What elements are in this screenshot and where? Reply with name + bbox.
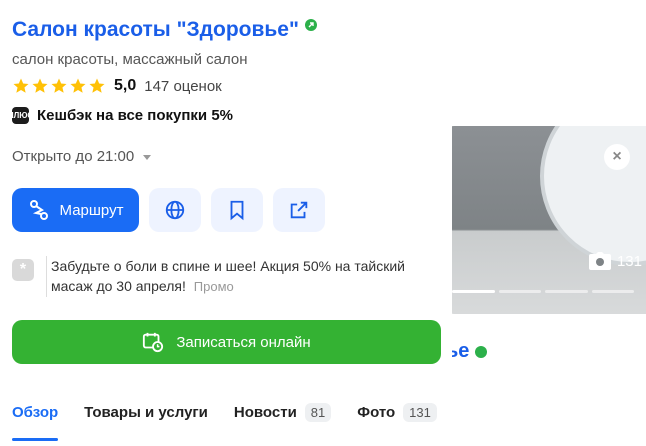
close-button[interactable]: × (604, 144, 630, 170)
star-icon (89, 78, 105, 93)
tab-label: Новости (233, 403, 297, 421)
chevron-down-icon (143, 154, 152, 160)
globe-icon (165, 200, 185, 220)
place-title[interactable]: Салон красоты "Здоровье" (12, 18, 299, 42)
tab-label: Товары и услуги (84, 403, 208, 421)
star-icon (70, 78, 86, 93)
verified-icon (475, 345, 488, 358)
hours-text: Открыто до 21:00 (12, 148, 135, 165)
bookmark-icon (230, 200, 244, 221)
close-icon: × (612, 148, 622, 165)
website-button[interactable] (149, 188, 201, 232)
cashback-row[interactable]: ПЛЮС Кешбэк на все покупки 5% (8, 107, 234, 124)
rating-value: 5,0 (114, 77, 137, 94)
route-label: Маршрут (59, 201, 124, 219)
promo-block[interactable]: * Забудьте о боли в спине и шее! Акция 5… (12, 256, 406, 297)
title-row: Салон красоты "Здоровье" (12, 18, 317, 42)
camera-icon (588, 252, 611, 270)
promo-icon: * (12, 259, 34, 281)
photo-pager (452, 290, 634, 293)
tab-bar: Обзор Товары и услуги Новости 81 Фото 13… (12, 398, 437, 441)
cashback-text: Кешбэк на все покупки 5% (37, 107, 234, 124)
photo-mirror (540, 126, 646, 266)
promo-label: Промо (193, 279, 234, 294)
plus-cashback-icon: ПЛЮС (8, 107, 33, 124)
place-categories: салон красоты, массажный салон (12, 51, 248, 68)
action-buttons: Маршрут (12, 188, 325, 232)
rating-stars (12, 77, 106, 95)
star-icon (32, 78, 48, 93)
tab-label: Фото (357, 403, 396, 421)
book-online-label: Записаться онлайн (176, 333, 311, 351)
route-button[interactable]: Маршрут (12, 188, 139, 232)
star-icon (13, 78, 29, 93)
promo-text-wrap: Забудьте о боли в спине и шее! Акция 50%… (46, 256, 406, 297)
tab-count: 81 (304, 402, 332, 422)
tab-news[interactable]: Новости 81 (233, 398, 332, 426)
calendar-clock-icon (143, 332, 164, 353)
book-online-button[interactable]: Записаться онлайн (12, 320, 441, 364)
tab-overview[interactable]: Обзор (12, 398, 59, 441)
place-card: Салон красоты "Здоровье" салон красоты, … (0, 0, 452, 446)
tab-photos[interactable]: Фото 131 (357, 398, 437, 426)
photo-counter: 131 (588, 252, 642, 270)
verified-icon (304, 19, 317, 31)
route-icon (29, 200, 48, 220)
rating-row[interactable]: 5,0 147 оценок (12, 77, 222, 95)
bookmark-button[interactable] (211, 188, 263, 232)
star-icon (51, 78, 67, 93)
next-card-title[interactable]: ье (446, 340, 488, 363)
tab-count: 131 (403, 402, 437, 422)
hours-row[interactable]: Открыто до 21:00 (12, 148, 152, 165)
tab-goods-services[interactable]: Товары и услуги (84, 398, 208, 426)
tab-label: Обзор (12, 403, 59, 421)
share-icon (290, 201, 308, 219)
reviews-count: 147 оценок (144, 77, 222, 95)
photo-count: 131 (616, 252, 642, 270)
share-button[interactable] (273, 188, 325, 232)
